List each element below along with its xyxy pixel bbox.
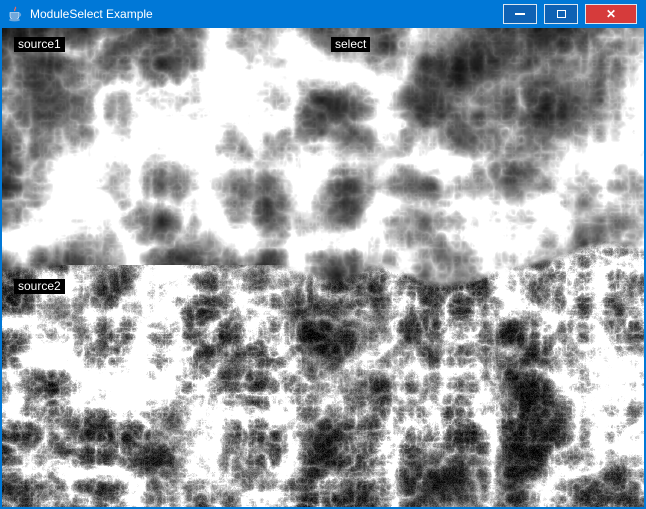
java-coffee-icon [7,6,23,22]
window-controls: ✕ [503,4,637,24]
close-icon: ✕ [606,7,616,21]
titlebar[interactable]: ModuleSelect Example ✕ [0,0,646,28]
minimize-icon [515,13,525,15]
close-button[interactable]: ✕ [585,4,637,24]
minimize-button[interactable] [503,4,537,24]
source2-image [8,275,318,507]
maximize-button[interactable] [544,4,578,24]
window-title: ModuleSelect Example [30,7,153,21]
source2-label: source2 [14,279,65,294]
select-label: select [331,37,370,52]
source1-label: source1 [14,37,65,52]
maximize-icon [557,10,566,18]
client-area: source1 select source2 [2,28,644,507]
source1-image [8,33,318,265]
app-window: ModuleSelect Example ✕ source1 select so… [0,0,646,509]
